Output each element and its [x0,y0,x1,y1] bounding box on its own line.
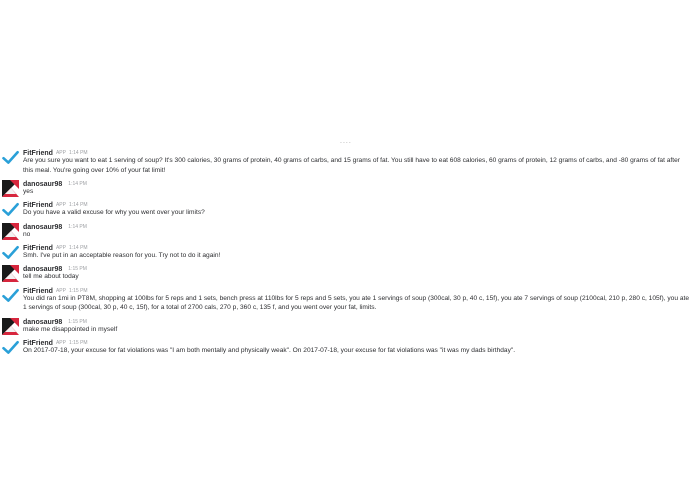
message-text: yes [23,188,34,196]
message: FitFriend APP 1:14 PM Do you have a valid … [0,198,695,219]
message: FitFriend APP 1:14 PM Smh. I've put in an … [0,241,695,262]
checkmark-avatar-icon[interactable] [2,287,19,304]
checkmark-avatar-icon[interactable] [2,339,19,356]
user-avatar-icon[interactable] [2,222,19,240]
message-text: Smh. I've put in an acceptable reason fo… [23,251,221,259]
message-timestamp[interactable]: 1:15 PM [69,288,88,294]
message-timestamp[interactable]: 1:15 PM [68,319,87,325]
user-avatar-icon[interactable] [2,317,19,335]
app-badge: APP [55,287,66,294]
user-avatar-icon[interactable] [2,265,19,283]
message-text: make me disappointed in myself [23,325,118,333]
message: danosaur98 1:14 PM no [0,220,695,241]
message-text: You did ran 1mi in PT8M, shopping at 100… [23,294,690,312]
message: FitFriend APP 1:15 PM You did ran 1mi in P… [0,284,695,315]
message: FitFriend APP 1:14 PM Are you sure you wan… [0,146,695,177]
message: FitFriend APP 1:15 PM On 2017-07-18, your … [0,336,695,357]
checkmark-avatar-icon[interactable] [2,244,19,261]
message-feed: FitFriend APP 1:14 PM Are you sure you wan… [0,146,695,357]
message: danosaur98 1:15 PM make me disappointed i… [0,315,695,336]
message-text: tell me about today [23,273,79,281]
message-timestamp[interactable]: 1:14 PM [68,224,87,230]
message: danosaur98 1:14 PM yes [0,177,695,198]
message-text: On 2017-07-18, your excuse for fat viola… [23,346,516,354]
load-more-indicator[interactable]: .... [340,138,352,145]
checkmark-avatar-icon[interactable] [2,149,19,166]
user-avatar-icon[interactable] [2,180,19,198]
message-text: Do you have a valid excuse for why you w… [23,209,205,217]
message: danosaur98 1:15 PM tell me about today [0,262,695,283]
message-timestamp[interactable]: 1:14 PM [68,181,87,187]
message-text: no [23,230,31,238]
checkmark-avatar-icon[interactable] [2,201,19,218]
message-text: Are you sure you want to eat 1 serving o… [23,157,680,174]
